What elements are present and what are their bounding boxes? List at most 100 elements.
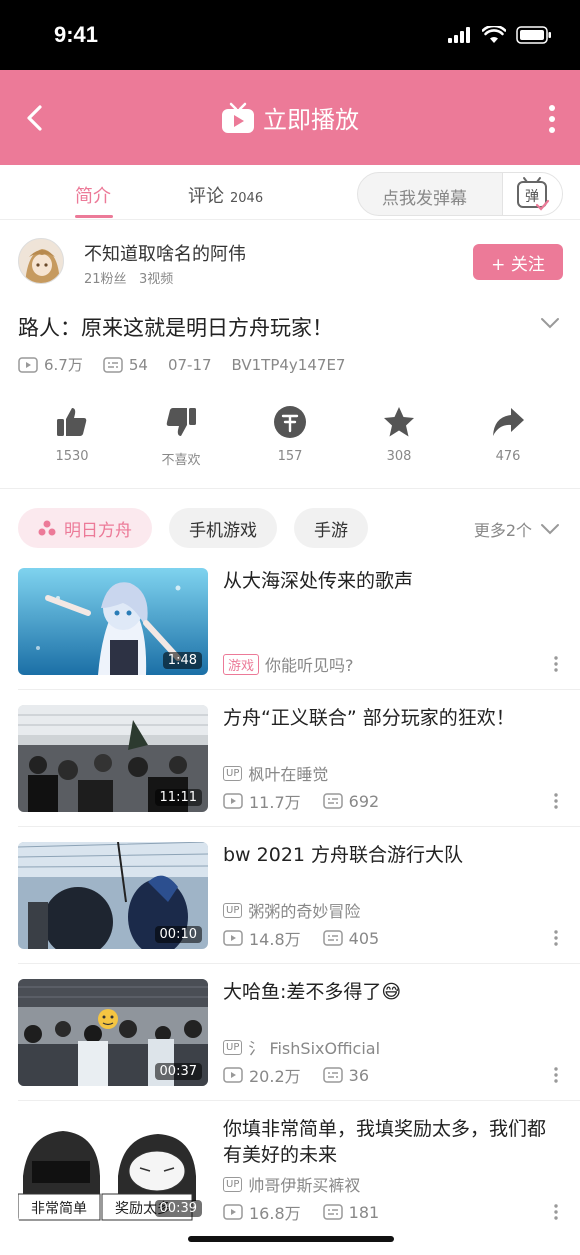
view-count: 20.2万 bbox=[249, 1067, 301, 1086]
video-title: 方舟“正义联合” 部分玩家的狂欢！ bbox=[223, 707, 515, 729]
play-count-icon bbox=[223, 793, 243, 809]
tag-mobile-game[interactable]: 手游 bbox=[294, 508, 368, 548]
danmaku-placeholder: 点我发弹幕 bbox=[382, 189, 467, 209]
tab-comments-label: 评论 bbox=[188, 186, 224, 207]
more-vertical-icon[interactable] bbox=[554, 1204, 558, 1220]
favorite-count: 308 bbox=[386, 449, 412, 464]
danmaku-count-icon bbox=[103, 356, 123, 373]
video-thumbnail[interactable]: 非常简单 奖励太多 00:39 bbox=[18, 1116, 208, 1223]
channel-icon bbox=[38, 520, 56, 536]
video-title: bw 2021 方舟联合游行大队 bbox=[223, 844, 464, 866]
video-title: 路人：原来这就是明日方舟玩家！ bbox=[18, 316, 333, 340]
coin-icon bbox=[274, 406, 306, 438]
video-title: 你填非常简单，我填奖励太多，我们都有美好的未来 bbox=[223, 1118, 547, 1166]
view-count: 11.7万 bbox=[249, 793, 301, 812]
video-duration: 1:48 bbox=[162, 652, 202, 669]
video-uploader-row: UP 枫叶在睡觉 bbox=[223, 761, 328, 785]
related-video-card[interactable]: 非常简单 奖励太多 00:39 你填非常简单，我填奖励太多，我们都有美好的未来 … bbox=[0, 1116, 580, 1252]
divider bbox=[18, 1100, 580, 1101]
avatar[interactable] bbox=[18, 238, 64, 284]
tag-mobile-games[interactable]: 手机游戏 bbox=[169, 508, 277, 548]
divider bbox=[18, 689, 580, 690]
tab-comments[interactable]: 评论 2046 bbox=[188, 182, 263, 208]
video-thumbnail[interactable]: 1:48 bbox=[18, 568, 208, 675]
uploader-row: 不知道取啥名的阿伟 21粉丝 3视频 + 关注 bbox=[0, 230, 580, 290]
divider bbox=[18, 826, 580, 827]
share-count: 476 bbox=[495, 449, 521, 464]
danmaku-button-label: 弹 bbox=[525, 189, 539, 205]
related-video-card[interactable]: 11:11 方舟“正义联合” 部分玩家的狂欢！ UP 枫叶在睡觉 11.7万 6… bbox=[0, 705, 580, 841]
video-uploader: 氵 FishSixOfficial bbox=[248, 1039, 381, 1058]
wifi-icon bbox=[482, 26, 506, 43]
video-uploader: 帅哥伊斯买裤衩 bbox=[248, 1176, 361, 1195]
battery-icon bbox=[516, 26, 551, 44]
status-icons bbox=[448, 26, 552, 44]
like-button[interactable]: 1530 bbox=[22, 405, 122, 464]
play-now-button[interactable]: 立即播放 bbox=[0, 100, 580, 135]
tv-icon bbox=[222, 102, 254, 133]
more-vertical-icon[interactable] bbox=[554, 793, 558, 809]
comment-count: 2046 bbox=[230, 191, 264, 206]
bv-id: BV1TP4y147E7 bbox=[231, 355, 346, 374]
tag-row: 明日方舟 手机游戏 手游 更多2个 bbox=[0, 508, 580, 548]
tab-intro[interactable]: 简介 bbox=[75, 182, 111, 208]
video-thumbnail[interactable]: 11:11 bbox=[18, 705, 208, 812]
follow-button[interactable]: + 关注 bbox=[473, 244, 563, 280]
uploader-fans: 21粉丝 bbox=[84, 272, 127, 287]
danmaku-count-icon bbox=[322, 793, 343, 809]
danmaku-count: 36 bbox=[348, 1065, 369, 1085]
related-video-card[interactable]: 00:37 大哈鱼:差不多得了😅 UP 氵 FishSixOfficial 20… bbox=[0, 979, 580, 1115]
tag-arknights[interactable]: 明日方舟 bbox=[18, 508, 152, 548]
tag-label: 手游 bbox=[314, 520, 348, 541]
video-subtitle: 你能听见吗? bbox=[265, 656, 354, 675]
status-bar: 9:41 bbox=[0, 0, 580, 70]
tag-label: 明日方舟 bbox=[64, 520, 132, 541]
dislike-button[interactable]: 不喜欢 bbox=[131, 405, 231, 468]
danmaku-count: 181 bbox=[348, 1202, 380, 1222]
status-time: 9:41 bbox=[54, 22, 99, 47]
chevron-down-icon[interactable] bbox=[540, 316, 560, 330]
tab-intro-label: 简介 bbox=[75, 186, 111, 207]
chevron-down-icon bbox=[541, 524, 559, 535]
video-meta: 6.7万 54 07-17 BV1TP4y147E7 bbox=[18, 354, 345, 375]
share-button[interactable]: 476 bbox=[458, 405, 558, 464]
view-count: 16.8万 bbox=[249, 1204, 301, 1223]
more-vertical-icon[interactable] bbox=[554, 656, 558, 672]
related-video-card[interactable]: 00:10 bw 2021 方舟联合游行大队 UP 粥粥的奇妙冒险 14.8万 … bbox=[0, 842, 580, 978]
video-uploader-row: UP 帅哥伊斯买裤衩 bbox=[223, 1172, 360, 1196]
video-duration: 11:11 bbox=[154, 789, 202, 806]
related-video-card[interactable]: 1:48 从大海深处传来的歌声 游戏 你能听见吗? bbox=[0, 568, 580, 704]
more-tags-button[interactable]: 更多2个 bbox=[474, 517, 560, 541]
share-icon bbox=[493, 408, 524, 436]
danmaku-count-icon bbox=[322, 1204, 343, 1220]
danmaku-icon: 弹 bbox=[517, 177, 550, 211]
more-vertical-icon[interactable] bbox=[554, 1067, 558, 1083]
dislike-label: 不喜欢 bbox=[161, 453, 201, 468]
top-nav-bar: 立即播放 bbox=[0, 70, 580, 165]
coin-button[interactable]: 157 bbox=[240, 405, 340, 464]
home-indicator[interactable] bbox=[188, 1236, 394, 1242]
game-tag: 游戏 bbox=[223, 653, 260, 675]
video-uploader-row: UP 粥粥的奇妙冒险 bbox=[223, 898, 360, 922]
danmaku-input[interactable]: 点我发弹幕 弹 bbox=[357, 172, 563, 216]
video-stats-row: 11.7万 692 bbox=[223, 789, 379, 813]
signal-icon bbox=[448, 27, 470, 43]
uploader-name[interactable]: 不知道取啥名的阿伟 bbox=[84, 240, 246, 266]
danmaku-count: 54 bbox=[128, 355, 148, 374]
like-count: 1530 bbox=[55, 449, 89, 464]
thumbs-down-icon bbox=[166, 408, 196, 436]
more-vertical-icon[interactable] bbox=[548, 104, 556, 134]
video-title: 从大海深处传来的歌声 bbox=[223, 570, 414, 592]
more-vertical-icon[interactable] bbox=[554, 930, 558, 946]
video-stats-row: 20.2万 36 bbox=[223, 1063, 369, 1087]
danmaku-count-icon bbox=[322, 1067, 343, 1083]
play-count-icon bbox=[223, 1067, 243, 1083]
favorite-button[interactable]: 308 bbox=[349, 405, 449, 464]
video-thumbnail[interactable]: 00:37 bbox=[18, 979, 208, 1086]
video-duration: 00:39 bbox=[154, 1200, 202, 1217]
video-stats-row: 16.8万 181 bbox=[223, 1200, 379, 1224]
video-thumbnail[interactable]: 00:10 bbox=[18, 842, 208, 949]
danmaku-toggle-button[interactable]: 弹 bbox=[502, 173, 562, 215]
video-uploader: 粥粥的奇妙冒险 bbox=[248, 902, 361, 921]
view-count: 6.7万 bbox=[44, 356, 83, 374]
